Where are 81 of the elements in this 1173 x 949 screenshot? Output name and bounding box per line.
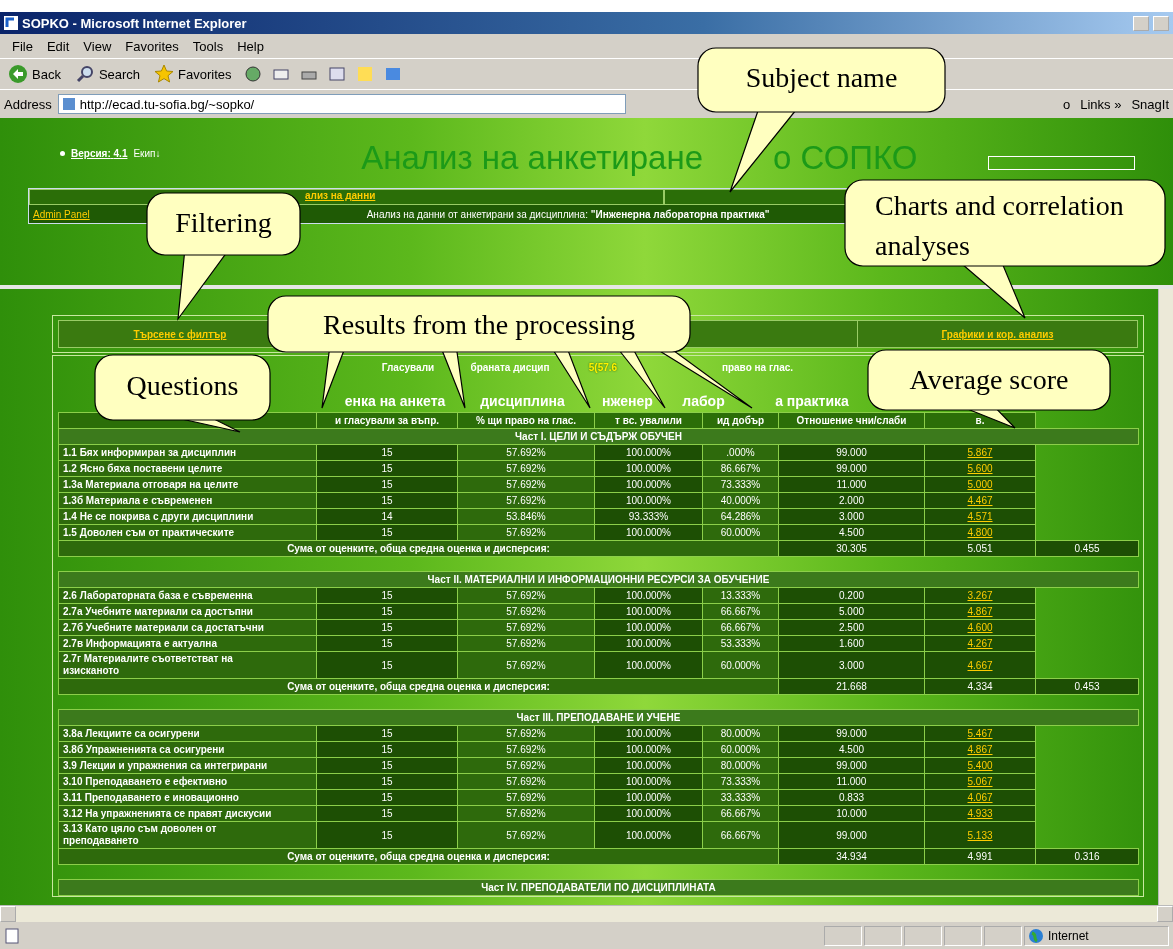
table-cell: 15 [316, 821, 458, 849]
section-title: Част III. ПРЕПОДАВАНЕ И УЧЕНЕ [58, 709, 1139, 726]
table-cell: 60.000% [702, 651, 779, 679]
address-label: Address [4, 96, 52, 112]
callout-text: Questions [126, 369, 239, 403]
menu-item[interactable]: Help [237, 38, 264, 54]
callout-text: Average score [909, 363, 1069, 397]
window-title: SOPKO - Microsoft Internet Explorer [22, 15, 248, 31]
nav-link[interactable]: ализ на данни [305, 190, 376, 201]
average-score-link[interactable]: 4.067 [967, 792, 993, 803]
column-header: Отношение чни/слаби [778, 412, 925, 429]
column-header: ид добър [702, 412, 779, 429]
table-cell: 57.692% [457, 651, 595, 679]
table-cell: 0.453 [1035, 678, 1139, 695]
table-cell: 100.000% [594, 821, 703, 849]
links-button[interactable]: Links » [1080, 96, 1122, 112]
table-title-text: енка на анкета [343, 393, 447, 409]
average-score-link[interactable]: 5.400 [967, 760, 993, 771]
average-score-link[interactable]: 5.867 [967, 447, 993, 458]
table-cell: 100.000% [594, 651, 703, 679]
question-cell: 2.7г Материалите съответстват на изисканото [58, 651, 317, 679]
toolbar-button[interactable]: Search [72, 63, 143, 85]
question-cell: 3.13 Като цяло съм доволен от преподаването [58, 821, 317, 849]
menu-item[interactable]: Tools [192, 38, 224, 54]
menu-item[interactable]: Favorites [125, 38, 179, 54]
voters-summary-text: Гласували [380, 362, 436, 374]
menu-item[interactable]: Edit [46, 38, 70, 54]
table-cell: 15 [316, 651, 458, 679]
table-cell: 66.667% [702, 821, 779, 849]
average-score-link[interactable]: 5.000 [967, 479, 993, 490]
average-score-link[interactable]: 5.133 [967, 829, 993, 841]
column-header: и гласували за въпр. [316, 412, 458, 429]
callout-text: Charts and correlation analyses [875, 189, 1125, 263]
average-score-link[interactable]: 4.800 [967, 527, 993, 538]
charts-link[interactable]: Графики и кор. анализ [941, 328, 1054, 340]
average-score-link[interactable]: 5.467 [967, 728, 993, 739]
average-score-link[interactable]: 4.933 [967, 808, 993, 819]
voters-summary-text: 5(57.6 [587, 362, 619, 374]
average-score-link[interactable]: 4.571 [967, 511, 993, 522]
table-title-text: лабор [681, 393, 726, 409]
toolbar-button[interactable]: Favorites [152, 63, 234, 85]
menu-item[interactable]: File [12, 38, 33, 54]
average-score-link[interactable]: 4.867 [967, 606, 993, 617]
table-cell: 3.000 [778, 651, 925, 679]
average-score-link[interactable]: 4.467 [967, 495, 993, 506]
security-zone: Internet [1048, 928, 1089, 943]
toolbar-button[interactable]: Back [6, 63, 63, 85]
column-header: % щи право на глас. [457, 412, 595, 429]
voters-summary-text: браната дисцип [469, 362, 551, 374]
table-title-text: нженер [601, 393, 654, 409]
column-header: т вс. увалили [594, 412, 703, 429]
admin-panel-link[interactable]: Admin Panel [33, 208, 90, 220]
average-score-link[interactable]: 4.600 [967, 622, 993, 633]
voters-summary-text: право на глас. [720, 362, 795, 374]
page-title: о СОПКО [773, 138, 918, 178]
table-cell: 57.692% [457, 821, 595, 849]
table-cell: 0.455 [1035, 540, 1139, 557]
filter-search-link[interactable]: Търсене с филтър [133, 328, 227, 340]
table-title-text: дисциплина [479, 393, 566, 409]
section-title: Част II. МАТЕРИАЛНИ И ИНФОРМАЦИОННИ РЕСУРСИ ЗА ОБУЧЕНИЕ [58, 571, 1139, 588]
subject-line: Анализ на данни от анкетирани за дисциплина: "Инженерна лабораторна практика" [366, 208, 770, 220]
go-button[interactable]: o [1062, 96, 1071, 112]
table-cell: 0.316 [1035, 848, 1139, 865]
table-cell: 99.000 [778, 821, 925, 849]
average-score-link[interactable]: 4.867 [967, 744, 993, 755]
table-title-text: а практика [774, 393, 850, 409]
callout-text: Results from the processing [323, 308, 635, 342]
callout-text: Subject name [745, 61, 898, 95]
page-title: Анализ на анкетиране [360, 138, 703, 178]
average-score-link[interactable]: 5.067 [967, 776, 993, 787]
average-score-link[interactable]: 5.600 [967, 463, 993, 474]
version-link[interactable]: Версия: 4.1 [71, 148, 128, 159]
average-score-link[interactable]: 3.267 [967, 590, 993, 601]
address-field[interactable]: http://ecad.tu-sofia.bg/~sopko/ [57, 94, 626, 114]
section-title: Част IV. ПРЕПОДАВАТЕЛИ ПО ДИСЦИПЛИНАТА [58, 879, 1139, 896]
team-menu[interactable]: Екип↓ [133, 148, 161, 159]
menu-item[interactable]: View [83, 38, 112, 54]
average-score-link[interactable]: 4.667 [967, 659, 993, 671]
callout-text: Filtering [175, 206, 272, 240]
snagit-button[interactable]: SnagIt [1131, 96, 1169, 112]
average-score-link[interactable]: 4.267 [967, 638, 993, 649]
